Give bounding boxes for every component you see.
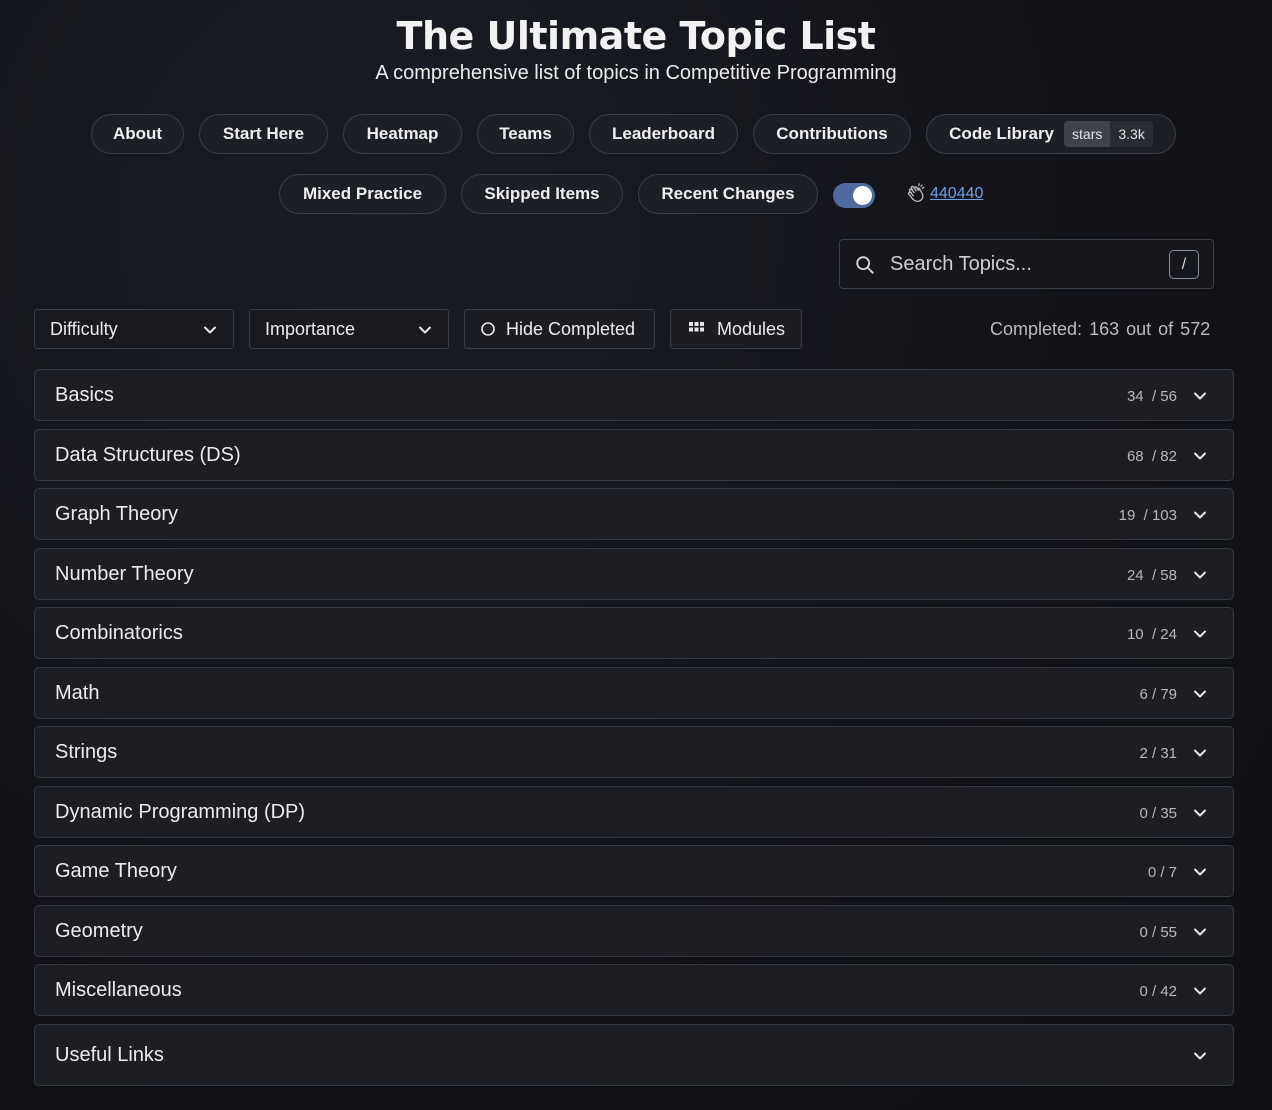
section-miscellaneous[interactable]: Miscellaneous 0 / 42 [34, 964, 1234, 1016]
modules-button[interactable]: Modules [670, 309, 802, 349]
chevron-down-icon [1194, 571, 1206, 579]
page-subtitle: A comprehensive list of topics in Compet… [375, 62, 897, 84]
heatmap-button[interactable]: Heatmap [343, 114, 462, 154]
stars-label: stars [1064, 121, 1111, 147]
section-graph-theory[interactable]: Graph Theory 19 / 103 [34, 488, 1234, 540]
chevron-down-icon [1194, 511, 1206, 519]
section-title: Game Theory [55, 860, 177, 882]
section-progress: 24 / 58 [1126, 567, 1177, 584]
section-title: Geometry [55, 920, 143, 942]
chevron-down-icon [1194, 630, 1206, 638]
importance-dropdown[interactable]: Importance [249, 309, 449, 349]
recent-changes-button[interactable]: Recent Changes [638, 174, 818, 214]
completed-label: Completed: [990, 319, 1083, 339]
skipped-items-button[interactable]: Skipped Items [461, 174, 623, 214]
section-useful-links[interactable]: Useful Links [34, 1024, 1234, 1086]
section-title: Combinatorics [55, 622, 183, 644]
visit-counter-link[interactable]: 440440 [930, 185, 983, 203]
search-shortcut-hint: / [1169, 250, 1199, 279]
grid-icon [689, 322, 704, 332]
section-progress: 10 / 24 [1126, 626, 1177, 643]
leaderboard-button[interactable]: Leaderboard [589, 114, 738, 154]
github-stars-badge: stars 3.3k [1064, 121, 1153, 147]
chevron-down-icon [1194, 809, 1206, 817]
completed-total: out of 572 [1126, 319, 1211, 339]
section-progress: 6 / 79 [1139, 686, 1177, 703]
section-progress: 0 / 7 [1147, 864, 1177, 881]
completed-count: 163 [1089, 319, 1120, 339]
hide-completed-label: Hide Completed [506, 318, 636, 339]
clap-icon[interactable] [905, 183, 927, 205]
page-title: The Ultimate Topic List [396, 14, 876, 58]
importance-label: Importance [265, 318, 356, 339]
chevron-down-icon [1194, 749, 1206, 757]
chevron-down-icon [1194, 392, 1206, 400]
section-progress: 0 / 55 [1139, 924, 1177, 941]
section-title: Miscellaneous [55, 979, 182, 1001]
theme-toggle[interactable] [833, 183, 875, 208]
chevron-down-icon [1194, 868, 1206, 876]
completion-summary: Completed: 163 out of 572 [990, 319, 1210, 340]
section-math[interactable]: Math 6 / 79 [34, 667, 1234, 719]
stars-count: 3.3k [1110, 121, 1153, 147]
teams-button[interactable]: Teams [477, 114, 574, 154]
section-title: Useful Links [55, 1044, 164, 1066]
hide-completed-button[interactable]: Hide Completed [464, 309, 655, 349]
section-progress: 0 / 35 [1139, 805, 1177, 822]
circle-icon [481, 322, 495, 336]
section-data-structures[interactable]: Data Structures (DS) 68 / 82 [34, 429, 1234, 481]
section-number-theory[interactable]: Number Theory 24 / 58 [34, 548, 1234, 600]
section-title: Basics [55, 384, 114, 406]
chevron-down-icon [204, 326, 216, 334]
contributions-button[interactable]: Contributions [753, 114, 911, 154]
search-icon [856, 256, 874, 274]
chevron-down-icon [1194, 690, 1206, 698]
section-title: Dynamic Programming (DP) [55, 801, 306, 823]
section-progress: 34 / 56 [1126, 388, 1177, 405]
mixed-practice-button[interactable]: Mixed Practice [279, 174, 446, 214]
section-basics[interactable]: Basics 34 / 56 [34, 369, 1234, 421]
chevron-down-icon [1194, 452, 1206, 460]
chevron-down-icon [419, 326, 431, 334]
section-progress: 68 / 82 [1126, 448, 1177, 465]
section-progress: 0 / 42 [1139, 983, 1177, 1000]
section-geometry[interactable]: Geometry 0 / 55 [34, 905, 1234, 957]
section-progress: 19 / 103 [1118, 507, 1177, 524]
modules-label: Modules [717, 318, 786, 339]
chevron-down-icon [1194, 928, 1206, 936]
code-library-button[interactable]: Code Library stars 3.3k [926, 114, 1176, 154]
search-box: / [839, 239, 1214, 289]
section-title: Number Theory [55, 563, 194, 585]
chevron-down-icon [1194, 987, 1206, 995]
section-progress: 2 / 31 [1139, 745, 1177, 762]
toggle-knob [853, 186, 872, 205]
section-title: Strings [55, 741, 118, 763]
code-library-label: Code Library [949, 124, 1055, 143]
section-title: Data Structures (DS) [55, 444, 241, 466]
chevron-down-icon [1194, 1052, 1206, 1060]
start-here-button[interactable]: Start Here [199, 114, 328, 154]
difficulty-label: Difficulty [50, 318, 118, 339]
search-input[interactable] [890, 240, 1160, 288]
section-game-theory[interactable]: Game Theory 0 / 7 [34, 845, 1234, 897]
about-button[interactable]: About [91, 114, 184, 154]
section-title: Graph Theory [55, 503, 179, 525]
section-dynamic-programming[interactable]: Dynamic Programming (DP) 0 / 35 [34, 786, 1234, 838]
section-title: Math [55, 682, 100, 704]
difficulty-dropdown[interactable]: Difficulty [34, 309, 234, 349]
section-combinatorics[interactable]: Combinatorics 10 / 24 [34, 607, 1234, 659]
section-strings[interactable]: Strings 2 / 31 [34, 726, 1234, 778]
